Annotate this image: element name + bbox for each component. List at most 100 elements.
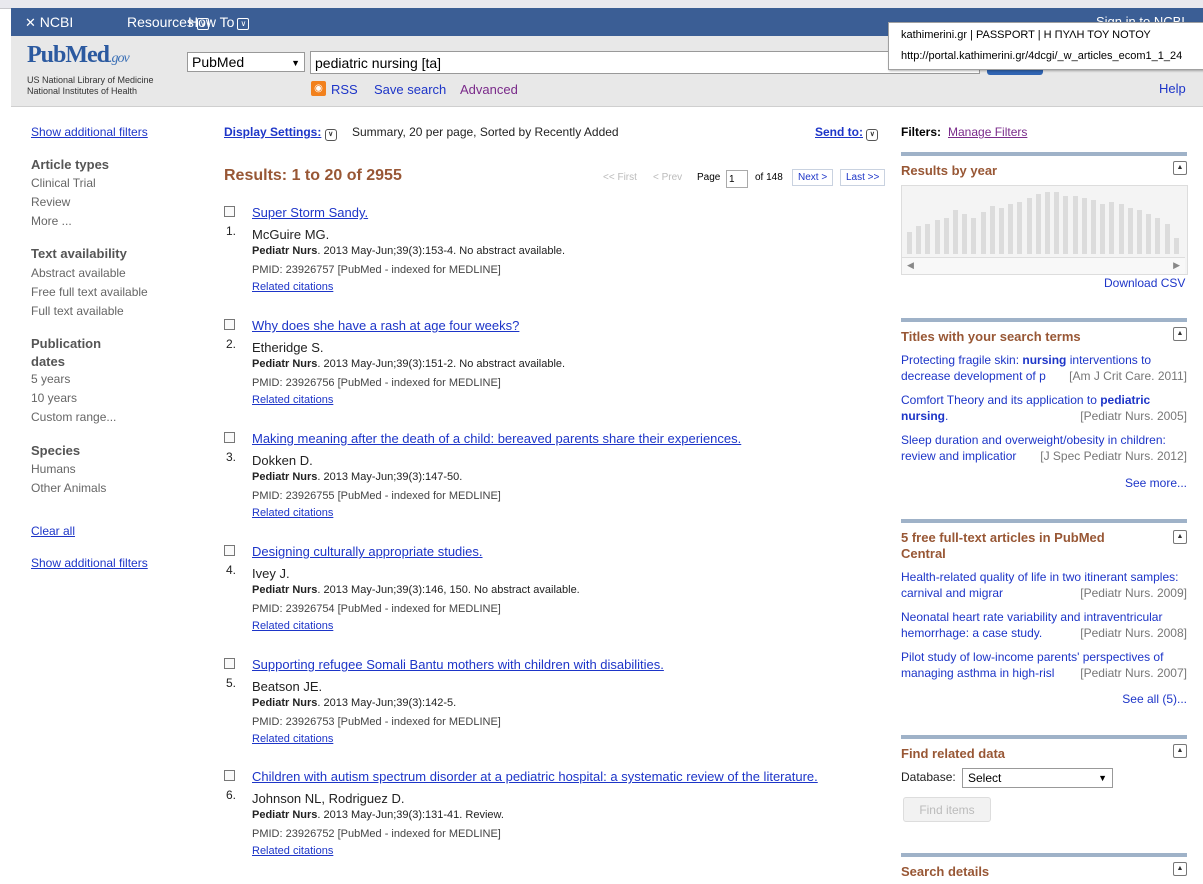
year-bar[interactable]: [1072, 196, 1078, 254]
year-bar[interactable]: [1008, 204, 1014, 254]
filter-review[interactable]: Review: [31, 195, 70, 209]
year-bar[interactable]: [1127, 208, 1133, 254]
collapse-icon[interactable]: ▲: [1173, 744, 1187, 758]
filter-full-text[interactable]: Full text available: [31, 304, 124, 318]
show-additional-filters-bottom-link[interactable]: Show additional filters: [31, 556, 148, 570]
collapse-icon[interactable]: ▲: [1173, 862, 1187, 876]
year-bar[interactable]: [1054, 192, 1060, 254]
save-search-link[interactable]: Save search: [374, 82, 446, 97]
result-citation-text: . 2013 May-Jun;39(3):146, 150. No abstra…: [317, 584, 580, 596]
free-article-link[interactable]: Neonatal heart rate variability and intr…: [901, 609, 1187, 641]
related-title-link[interactable]: Sleep duration and overweight/obesity in…: [901, 432, 1187, 464]
ncbi-logo[interactable]: ✕ NCBI: [25, 14, 73, 31]
year-bar[interactable]: [1173, 238, 1179, 254]
result-checkbox[interactable]: [224, 770, 235, 781]
filter-5-years[interactable]: 5 years: [31, 372, 70, 386]
year-bar[interactable]: [1091, 200, 1096, 254]
rss-link[interactable]: RSS: [331, 82, 358, 97]
results-by-year-chart[interactable]: ◀ ▶: [901, 185, 1188, 275]
advanced-link[interactable]: Advanced: [460, 82, 518, 97]
year-bar[interactable]: [1017, 202, 1023, 254]
year-bar[interactable]: [1118, 204, 1124, 254]
show-additional-filters-link[interactable]: Show additional filters: [31, 125, 148, 139]
next-page-button[interactable]: Next >: [792, 169, 834, 186]
year-bar[interactable]: [1081, 198, 1087, 254]
year-bar[interactable]: [1155, 218, 1161, 254]
send-to-menu[interactable]: Send to: ∨: [815, 125, 879, 141]
filter-humans[interactable]: Humans: [31, 462, 76, 476]
related-citations-link[interactable]: Related citations: [252, 733, 333, 745]
year-bar[interactable]: [1109, 202, 1115, 254]
year-bar[interactable]: [962, 214, 968, 254]
year-bar[interactable]: [907, 232, 912, 254]
search-input[interactable]: [310, 51, 980, 74]
filter-clinical-trial[interactable]: Clinical Trial: [31, 176, 96, 190]
filter-custom-range[interactable]: Custom range...: [31, 410, 116, 424]
filter-10-years[interactable]: 10 years: [31, 391, 77, 405]
related-citations-link[interactable]: Related citations: [252, 281, 333, 293]
year-bar[interactable]: [1045, 192, 1050, 254]
year-bar[interactable]: [980, 212, 986, 254]
see-more-link[interactable]: See more...: [1090, 476, 1187, 490]
related-database-select[interactable]: Select ▼: [962, 768, 1113, 788]
result-title-link[interactable]: Making meaning after the death of a chil…: [252, 431, 741, 446]
result-pmid: PMID: 23926757 [PubMed - indexed for MED…: [252, 264, 501, 276]
result-checkbox[interactable]: [224, 545, 235, 556]
year-bar[interactable]: [989, 206, 995, 254]
find-items-button[interactable]: Find items: [903, 797, 991, 822]
year-bar[interactable]: [943, 218, 949, 254]
year-bar[interactable]: [1146, 214, 1152, 254]
result-checkbox[interactable]: [224, 319, 235, 330]
year-bar[interactable]: [1100, 204, 1106, 254]
year-bar[interactable]: [999, 208, 1004, 254]
see-all-link[interactable]: See all (5)...: [1090, 692, 1187, 706]
free-article-link[interactable]: Pilot study of low-income parents' persp…: [901, 649, 1187, 681]
scroll-right-icon[interactable]: ▶: [1173, 260, 1180, 271]
result-title-link[interactable]: Supporting refugee Somali Bantu mothers …: [252, 657, 664, 672]
rss-icon[interactable]: ◉: [311, 81, 326, 96]
result-checkbox[interactable]: [224, 206, 235, 217]
related-citations-link[interactable]: Related citations: [252, 507, 333, 519]
result-title-link[interactable]: Super Storm Sandy.: [252, 205, 368, 220]
related-title-link[interactable]: Comfort Theory and its application to pe…: [901, 392, 1187, 424]
collapse-icon[interactable]: ▲: [1173, 327, 1187, 341]
related-citations-link[interactable]: Related citations: [252, 620, 333, 632]
help-link[interactable]: Help: [1159, 81, 1186, 96]
year-bar[interactable]: [1026, 198, 1032, 254]
scroll-left-icon[interactable]: ◀: [907, 260, 914, 271]
how-to-menu[interactable]: How To ∨: [188, 14, 250, 30]
result-title-link[interactable]: Why does she have a rash at age four wee…: [252, 318, 519, 333]
database-select[interactable]: PubMed ▼: [187, 52, 305, 72]
result-checkbox[interactable]: [224, 432, 235, 443]
filter-other-animals[interactable]: Other Animals: [31, 481, 106, 495]
year-bar[interactable]: [1063, 196, 1069, 254]
related-title-link[interactable]: Protecting fragile skin: nursing interve…: [901, 352, 1187, 384]
clear-all-link[interactable]: Clear all: [31, 524, 75, 538]
manage-filters-link[interactable]: Manage Filters: [948, 125, 1027, 139]
last-page-button[interactable]: Last >>: [840, 169, 886, 186]
year-bar[interactable]: [953, 210, 958, 254]
year-bar[interactable]: [971, 218, 977, 254]
collapse-icon[interactable]: ▲: [1173, 161, 1187, 175]
collapse-icon[interactable]: ▲: [1173, 530, 1187, 544]
result-checkbox[interactable]: [224, 658, 235, 669]
display-settings-menu[interactable]: Display Settings: ∨: [224, 125, 337, 141]
free-article-link[interactable]: Health-related quality of life in two it…: [901, 569, 1187, 601]
year-bar[interactable]: [934, 220, 940, 254]
year-bar[interactable]: [1137, 210, 1142, 254]
download-csv-link[interactable]: Download CSV: [1104, 276, 1185, 290]
related-citations-link[interactable]: Related citations: [252, 845, 333, 857]
filter-abstract-available[interactable]: Abstract available: [31, 266, 126, 280]
chart-scrollbar[interactable]: ◀ ▶: [902, 257, 1185, 274]
filter-free-full-text[interactable]: Free full text available: [31, 285, 148, 299]
pubmed-logo[interactable]: PubMed.gov: [27, 42, 130, 69]
result-title-link[interactable]: Designing culturally appropriate studies…: [252, 544, 483, 559]
year-bar[interactable]: [916, 226, 922, 254]
related-citations-link[interactable]: Related citations: [252, 394, 333, 406]
year-bar[interactable]: [1035, 194, 1041, 254]
year-bar[interactable]: [925, 224, 931, 254]
filter-more[interactable]: More ...: [31, 214, 72, 228]
page-number-input[interactable]: [726, 170, 748, 188]
result-title-link[interactable]: Children with autism spectrum disorder a…: [252, 769, 818, 784]
year-bar[interactable]: [1164, 224, 1170, 254]
